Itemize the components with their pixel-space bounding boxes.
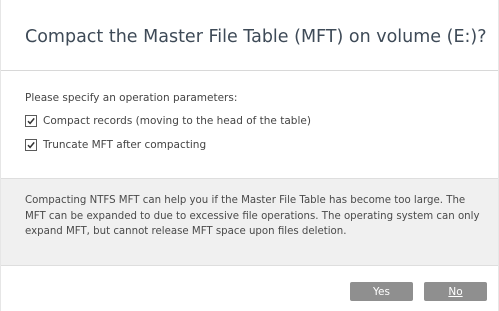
parameters-prompt: Please specify an operation parameters:: [25, 92, 238, 104]
truncate-mft-checkbox[interactable]: [25, 139, 37, 151]
truncate-mft-label: Truncate MFT after compacting: [43, 139, 207, 151]
compact-mft-dialog: Compact the Master File Table (MFT) on v…: [0, 0, 499, 311]
dialog-title: Compact the Master File Table (MFT) on v…: [25, 27, 487, 47]
title-divider: [1, 70, 498, 71]
info-panel: Compacting NTFS MFT can help you if the …: [1, 178, 498, 266]
no-button-label: No: [448, 285, 463, 298]
truncate-mft-option[interactable]: Truncate MFT after compacting: [25, 139, 206, 151]
compact-records-checkbox[interactable]: [25, 115, 37, 127]
info-text: Compacting NTFS MFT can help you if the …: [25, 195, 480, 237]
compact-records-label: Compact records (moving to the head of t…: [43, 115, 311, 127]
yes-button[interactable]: Yes: [350, 282, 413, 301]
no-button[interactable]: No: [424, 282, 487, 301]
dialog-buttons: Yes No: [350, 282, 487, 301]
checkmark-icon: [27, 117, 35, 125]
compact-records-option[interactable]: Compact records (moving to the head of t…: [25, 115, 311, 127]
checkmark-icon: [27, 141, 35, 149]
